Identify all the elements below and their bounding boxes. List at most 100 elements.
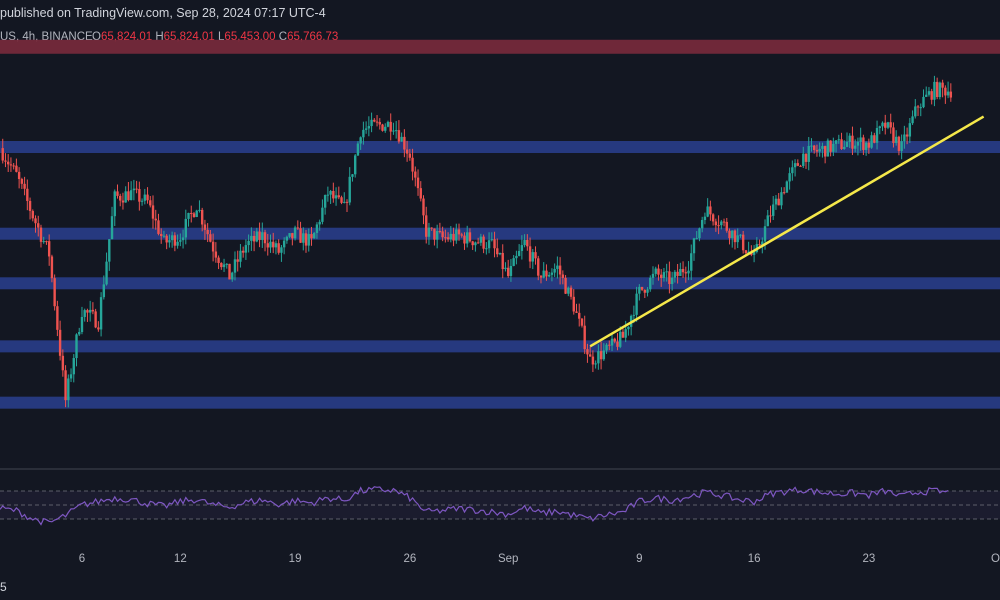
candle-body — [506, 267, 510, 276]
candle-body — [646, 289, 649, 293]
candle-body — [804, 153, 808, 162]
candle-body — [378, 122, 381, 125]
candle-body — [569, 287, 573, 297]
candle-body — [209, 234, 212, 242]
candles-group[interactable] — [1, 75, 953, 408]
candle-body — [351, 174, 354, 177]
candle-body — [280, 247, 283, 253]
candle-body — [113, 191, 116, 217]
candle-body — [291, 233, 294, 239]
candle-body — [274, 243, 278, 248]
candle-body — [143, 194, 147, 201]
candle-body — [627, 326, 630, 330]
time-axis[interactable]: 6 12 19 26 Sep 9 16 23 Oct — [79, 553, 1000, 565]
candle-body — [414, 171, 417, 178]
support-zone — [0, 227, 1000, 240]
candle-body — [88, 309, 92, 313]
candle-body — [438, 231, 442, 233]
candle-body — [774, 198, 778, 205]
candle-body — [892, 127, 895, 143]
candle-body — [61, 355, 65, 371]
candle-body — [572, 296, 575, 312]
candle-body — [935, 81, 939, 98]
candle-body — [613, 338, 616, 342]
price-chart[interactable]: 6 12 19 26 Sep 9 16 23 Oct — [0, 0, 1000, 572]
candle-body — [102, 284, 106, 298]
candle-body — [56, 306, 59, 330]
candle-body — [864, 142, 868, 150]
candle-body — [307, 234, 310, 246]
candle-body — [870, 135, 873, 148]
candle-body — [884, 122, 887, 128]
time-axis-label: 26 — [403, 553, 416, 565]
candle-body — [34, 218, 37, 224]
candle-body — [916, 106, 920, 108]
candle-body — [714, 221, 718, 226]
candle-body — [419, 188, 422, 199]
candle-body — [703, 216, 707, 221]
rsi-pane[interactable] — [0, 486, 1000, 526]
candle-body — [91, 309, 95, 312]
candle-body — [684, 272, 687, 274]
candle-body — [542, 270, 545, 278]
candle-body — [476, 242, 480, 244]
candle-body — [176, 241, 179, 246]
candle-body — [78, 331, 81, 335]
candle-body — [236, 259, 239, 262]
candle-body — [162, 235, 166, 237]
candle-body — [99, 297, 103, 330]
candle-body — [67, 378, 70, 401]
candle-body — [807, 146, 810, 162]
candle-body — [195, 210, 198, 217]
candle-body — [203, 224, 207, 230]
candle-body — [277, 243, 280, 253]
candle-body — [597, 351, 600, 364]
candle-body — [479, 236, 483, 243]
candle-body — [405, 149, 409, 154]
candle-body — [539, 275, 543, 278]
candle-body — [845, 141, 849, 147]
candle-body — [662, 272, 666, 278]
candle-body — [564, 277, 567, 294]
candle-body — [605, 344, 608, 351]
candle-body — [168, 240, 171, 243]
support-zone — [0, 396, 1000, 409]
pane-separator[interactable] — [0, 468, 1000, 470]
candle-body — [848, 135, 851, 142]
candle-body — [28, 200, 32, 211]
candle-body — [531, 252, 534, 262]
candle-body — [381, 124, 384, 131]
candle-body — [826, 140, 830, 157]
candle-body — [578, 312, 581, 319]
candle-body — [862, 137, 865, 150]
candle-body — [681, 268, 685, 273]
candle-body — [362, 129, 365, 138]
candle-body — [97, 327, 100, 330]
candle-body — [151, 205, 155, 219]
candle-body — [455, 229, 458, 241]
candle-body — [741, 234, 745, 251]
candle-body — [17, 171, 21, 180]
candle-body — [818, 148, 821, 152]
candle-body — [184, 218, 187, 238]
candle-body — [394, 130, 398, 132]
candle-body — [949, 91, 953, 98]
candle-body — [296, 227, 300, 229]
candle-body — [255, 231, 259, 242]
candle-body — [670, 277, 674, 285]
candle-body — [119, 195, 122, 201]
candle-body — [919, 107, 922, 109]
candle-body — [782, 192, 786, 194]
candle-body — [668, 271, 671, 285]
candle-body — [785, 181, 789, 193]
candle-body — [288, 233, 291, 237]
candle-body — [894, 136, 898, 143]
candle-body — [520, 245, 524, 251]
candle-body — [187, 212, 190, 219]
support-zone — [0, 340, 1000, 353]
candle-body — [179, 240, 182, 242]
candle-body — [766, 215, 769, 227]
candle-body — [367, 126, 371, 129]
candle-body — [698, 228, 701, 239]
candle-body — [772, 204, 775, 216]
